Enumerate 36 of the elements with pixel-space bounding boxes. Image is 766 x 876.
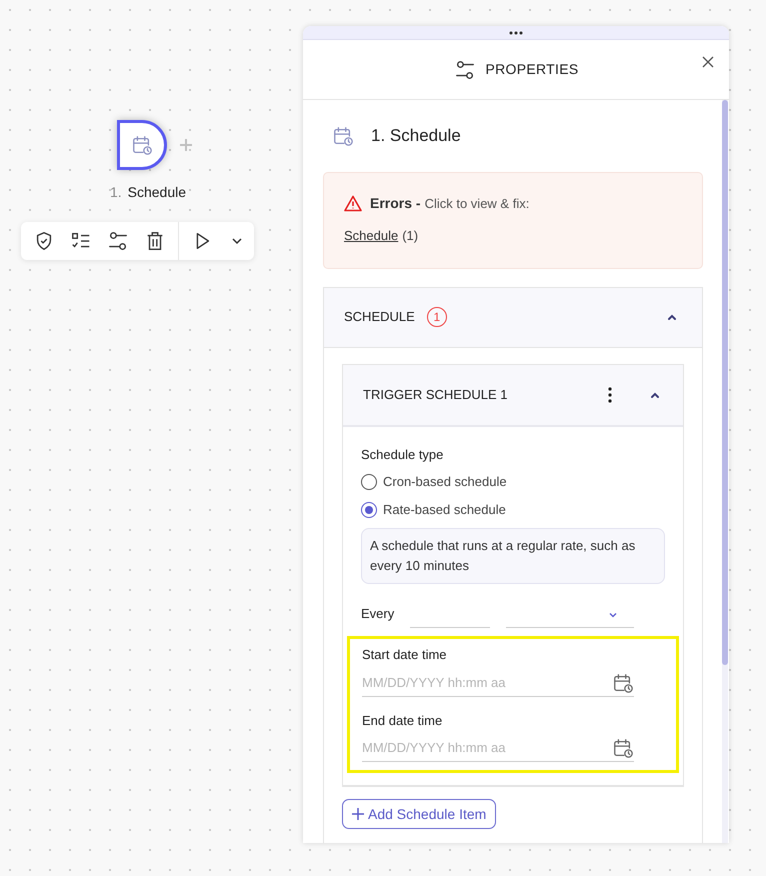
close-icon[interactable]	[701, 55, 715, 69]
radio-label: Rate-based schedule	[383, 501, 506, 520]
plus-icon	[352, 808, 364, 820]
node-label: Schedule	[128, 183, 186, 202]
more-vertical-icon[interactable]	[607, 386, 613, 404]
step-title: 1. Schedule	[371, 125, 461, 148]
date-time-field[interactable]: MM/DD/YYYY hh:mm aa	[362, 734, 634, 762]
more-horizontal-icon	[508, 30, 524, 34]
schedule-node[interactable]	[116, 120, 166, 170]
date-field-label: End date time	[362, 712, 444, 730]
schedule-type-label: Schedule type	[361, 446, 444, 464]
error-count-badge: 1	[426, 307, 447, 327]
calendar-clock-icon	[612, 737, 634, 759]
radio-button[interactable]	[361, 502, 377, 518]
sliders-icon	[454, 58, 476, 80]
date-time-field[interactable]: MM/DD/YYYY hh:mm aa	[362, 668, 634, 696]
trigger-title: TRIGGER SCHEDULE 1	[363, 386, 508, 404]
error-heading: Errors -	[370, 194, 421, 213]
error-prompt: Click to view & fix:	[424, 194, 530, 213]
calendar-clock-icon	[130, 134, 152, 156]
node-number: 1.	[110, 183, 122, 202]
warning-icon	[344, 195, 362, 212]
error-count: (1)	[402, 227, 418, 245]
calendar-clock-icon	[612, 672, 634, 694]
section-title: SCHEDULE	[344, 308, 415, 326]
add-schedule-button[interactable]: Add Schedule Item	[342, 799, 496, 829]
radio-button[interactable]	[361, 474, 377, 490]
date-field-label: Start date time	[362, 646, 448, 664]
panel-title: PROPERTIES	[486, 60, 578, 79]
schedule-description: A schedule that runs at a regular rate, such as every 10 minutes	[361, 528, 665, 584]
section-header[interactable]: SCHEDULE 1	[324, 288, 702, 348]
radio-label: Cron-based schedule	[383, 473, 507, 492]
every-label: Every	[361, 604, 394, 623]
sliders-icon[interactable]	[107, 230, 129, 252]
error-link[interactable]: Schedule	[344, 226, 398, 246]
calendar-clock-icon	[332, 125, 354, 147]
